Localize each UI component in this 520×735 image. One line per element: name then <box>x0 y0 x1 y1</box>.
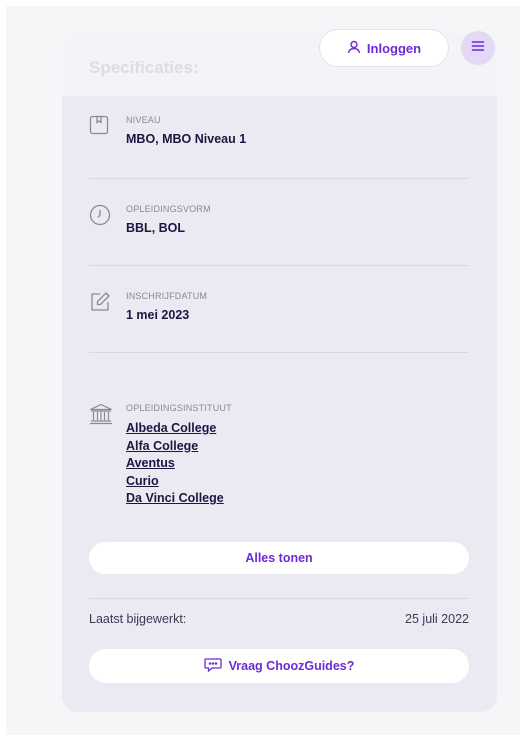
spec-inschrijfdatum: INSCHRIJFDATUM 1 mei 2023 <box>89 291 469 331</box>
edit-icon <box>89 291 113 315</box>
show-all-button[interactable]: Alles tonen <box>89 542 469 574</box>
spec-opleidingsvorm: OPLEIDINGSVORM BBL, BOL <box>89 204 469 244</box>
last-updated-label: Laatst bijgewerkt: <box>89 612 187 626</box>
spec-instituut: OPLEIDINGSINSTITUUT Albeda College Alfa … <box>89 403 469 523</box>
institution-link[interactable]: Curio <box>126 473 224 491</box>
niveau-value: MBO, MBO Niveau 1 <box>126 132 247 146</box>
last-updated-date: 25 juli 2022 <box>405 612 469 626</box>
login-button[interactable]: Inloggen <box>319 29 449 67</box>
menu-button[interactable] <box>461 31 495 65</box>
institution-link[interactable]: Alfa College <box>126 438 224 456</box>
hamburger-icon <box>471 39 485 57</box>
opleidingsvorm-value: BBL, BOL <box>126 221 186 235</box>
niveau-label: NIVEAU <box>126 115 161 125</box>
divider <box>89 178 469 179</box>
ask-label: Vraag ChoozGuides? <box>228 659 355 673</box>
clock-icon <box>89 204 113 228</box>
divider <box>89 352 469 353</box>
institution-link[interactable]: Albeda College <box>126 420 224 438</box>
ask-choozguides-button[interactable]: Vraag ChoozGuides? <box>89 649 469 683</box>
book-icon <box>89 115 113 139</box>
user-icon <box>347 40 361 57</box>
show-all-label: Alles tonen <box>245 551 313 565</box>
divider <box>89 598 469 599</box>
chat-icon <box>203 657 222 676</box>
institution-link[interactable]: Aventus <box>126 455 224 473</box>
login-label: Inloggen <box>366 40 422 56</box>
institution-list: Albeda College Alfa College Aventus Curi… <box>126 420 224 508</box>
instituut-label: OPLEIDINGSINSTITUUT <box>126 403 232 413</box>
divider <box>89 265 469 266</box>
inschrijfdatum-value: 1 mei 2023 <box>126 308 190 322</box>
card-title: Specificaties: <box>89 58 199 77</box>
inschrijfdatum-label: INSCHRIJFDATUM <box>126 291 208 301</box>
spec-niveau: NIVEAU MBO, MBO Niveau 1 <box>89 115 469 155</box>
opleidingsvorm-label: OPLEIDINGSVORM <box>126 204 211 214</box>
institution-link[interactable]: Da Vinci College <box>126 490 224 508</box>
institution-icon <box>89 403 113 427</box>
